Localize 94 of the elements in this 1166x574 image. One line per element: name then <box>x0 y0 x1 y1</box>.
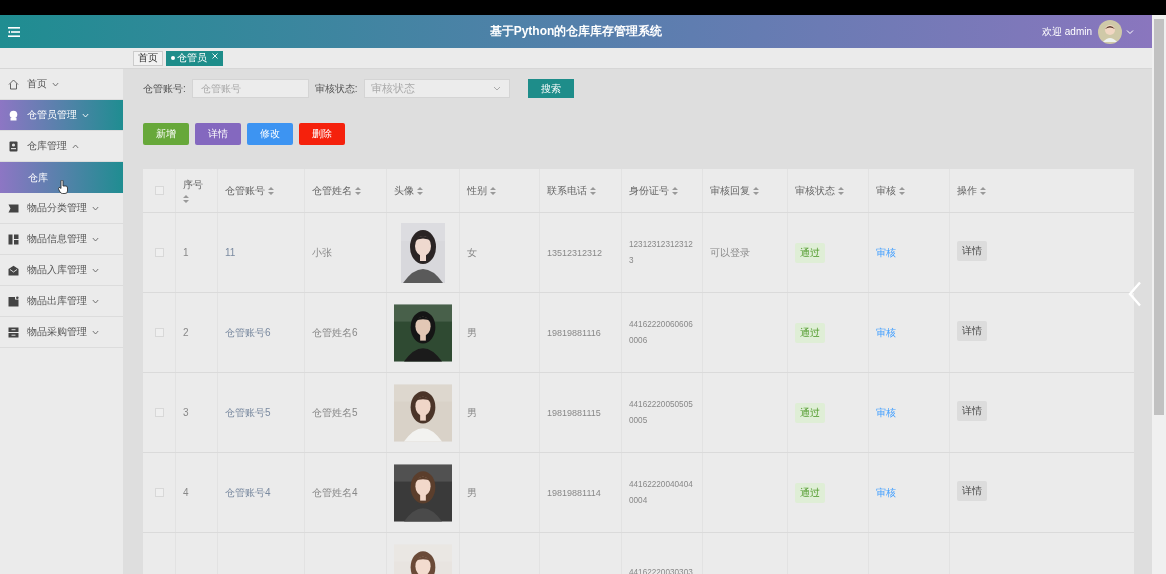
details-button[interactable]: 详情 <box>957 400 987 421</box>
sort-icon[interactable] <box>980 186 986 195</box>
chevron-down-icon <box>492 86 501 91</box>
column-header[interactable]: 联系电话 <box>547 183 587 198</box>
chevron-up-icon <box>72 143 79 149</box>
sidebar-item[interactable]: 仓管员管理 <box>0 100 123 131</box>
field-label: 仓管账号: <box>143 81 186 96</box>
chevron-down-icon <box>52 81 59 87</box>
chevron-down-icon <box>92 205 99 211</box>
table-cell-text: 441622200404040004 <box>629 478 694 507</box>
table-cell-text: 441622200606060006 <box>629 318 694 347</box>
app-title: 基于Python的仓库库存管理系统 <box>489 23 663 40</box>
table-cell: 女 <box>467 245 477 260</box>
sort-icon[interactable] <box>355 186 361 195</box>
details-button[interactable]: 详情 <box>957 320 987 341</box>
table-cell: 仓管账号4 <box>225 485 271 500</box>
sort-icon[interactable] <box>838 186 844 195</box>
column-header[interactable]: 仓管账号 <box>225 183 265 198</box>
table-cell: 男 <box>467 325 477 340</box>
table-cell: 仓管姓名4 <box>312 485 358 500</box>
cabinet-icon <box>8 326 19 338</box>
sort-icon[interactable] <box>899 186 905 195</box>
sort-icon[interactable] <box>183 195 189 203</box>
chevron-left-icon[interactable] <box>1128 281 1142 307</box>
sort-icon[interactable] <box>490 186 496 195</box>
menu-icon[interactable] <box>8 26 20 37</box>
column-header[interactable]: 审核 <box>876 183 896 198</box>
chevron-down-icon <box>92 329 99 335</box>
table-cell: 19819881114 <box>547 487 601 498</box>
column-header[interactable]: 头像 <box>394 183 414 198</box>
table-cell: 1 <box>183 247 189 258</box>
avatar-icon[interactable] <box>1098 19 1122 44</box>
chevron-down-icon <box>92 267 99 273</box>
table-cell: 13512312312 <box>547 247 603 258</box>
table-cell: 仓管账号6 <box>225 325 271 340</box>
sidebar-subitem[interactable]: 仓库 <box>0 162 123 193</box>
ticket-icon <box>8 202 19 214</box>
action-button[interactable]: 修改 <box>247 123 293 145</box>
sort-icon[interactable] <box>753 186 759 195</box>
table-cell: 仓管账号5 <box>225 405 271 420</box>
table-cell: 小张 <box>312 245 332 260</box>
details-button[interactable]: 详情 <box>957 240 987 261</box>
table-cell: 11 <box>225 247 236 258</box>
status-tag: 通过 <box>795 322 825 343</box>
action-button[interactable]: 删除 <box>299 123 345 145</box>
scrollbar[interactable] <box>1152 15 1166 574</box>
action-button[interactable]: 新增 <box>143 123 189 145</box>
envelope-icon <box>8 264 19 276</box>
table-cell-text: 441622200505050005 <box>629 398 694 427</box>
details-button[interactable]: 详情 <box>957 480 987 501</box>
hand-cursor-icon <box>58 180 68 194</box>
table-cell: 19819881116 <box>547 327 601 338</box>
column-header[interactable]: 仓管姓名 <box>312 183 352 198</box>
page-tab[interactable]: 首页 <box>133 50 163 66</box>
chevron-down-icon <box>92 298 99 304</box>
chevron-down-icon[interactable] <box>1126 28 1134 35</box>
table-cell: 可以登录 <box>710 245 750 260</box>
sort-icon[interactable] <box>268 186 274 195</box>
chevron-down-icon <box>82 112 89 118</box>
status-tag: 通过 <box>795 402 825 423</box>
column-header[interactable]: 性别 <box>467 183 487 198</box>
action-button[interactable]: 详情 <box>195 123 241 145</box>
status-tag: 通过 <box>795 482 825 503</box>
field-label: 审核状态: <box>314 81 358 96</box>
column-header[interactable]: 审核回复 <box>710 183 750 198</box>
table-cell: 男 <box>467 485 477 500</box>
user-icon <box>8 109 19 121</box>
welcome-text: 欢迎 admin <box>1042 24 1092 39</box>
sort-icon[interactable] <box>672 186 678 195</box>
column-header[interactable]: 审核状态 <box>795 183 835 198</box>
table-cell-text: 123123123123123 <box>629 238 694 267</box>
search-button[interactable]: 搜索 <box>527 79 574 98</box>
document-icon <box>8 295 19 307</box>
column-header[interactable]: 序号 <box>183 178 203 192</box>
table-cell: 仓管姓名5 <box>312 405 358 420</box>
table-cell: 4 <box>183 487 189 498</box>
id-card-icon <box>8 140 19 152</box>
grid-icon <box>8 233 19 245</box>
column-header[interactable]: 身份证号 <box>629 183 669 198</box>
table-cell: 19819881115 <box>547 407 601 418</box>
table-cell: 仓管姓名6 <box>312 325 358 340</box>
table-cell: 3 <box>183 407 189 418</box>
table-cell: 2 <box>183 327 189 338</box>
close-icon[interactable] <box>212 52 218 59</box>
column-header[interactable]: 操作 <box>957 183 977 198</box>
scrollbar-thumb[interactable] <box>1154 19 1164 415</box>
home-icon <box>8 78 19 90</box>
page-tab[interactable]: 仓管员 <box>166 50 223 66</box>
status-tag: 通过 <box>795 242 825 263</box>
table-cell-text: 44162220030303 <box>629 566 693 574</box>
chevron-down-icon <box>92 236 99 242</box>
table-cell: 男 <box>467 405 477 420</box>
sort-icon[interactable] <box>417 186 423 195</box>
sort-icon[interactable] <box>590 186 596 195</box>
